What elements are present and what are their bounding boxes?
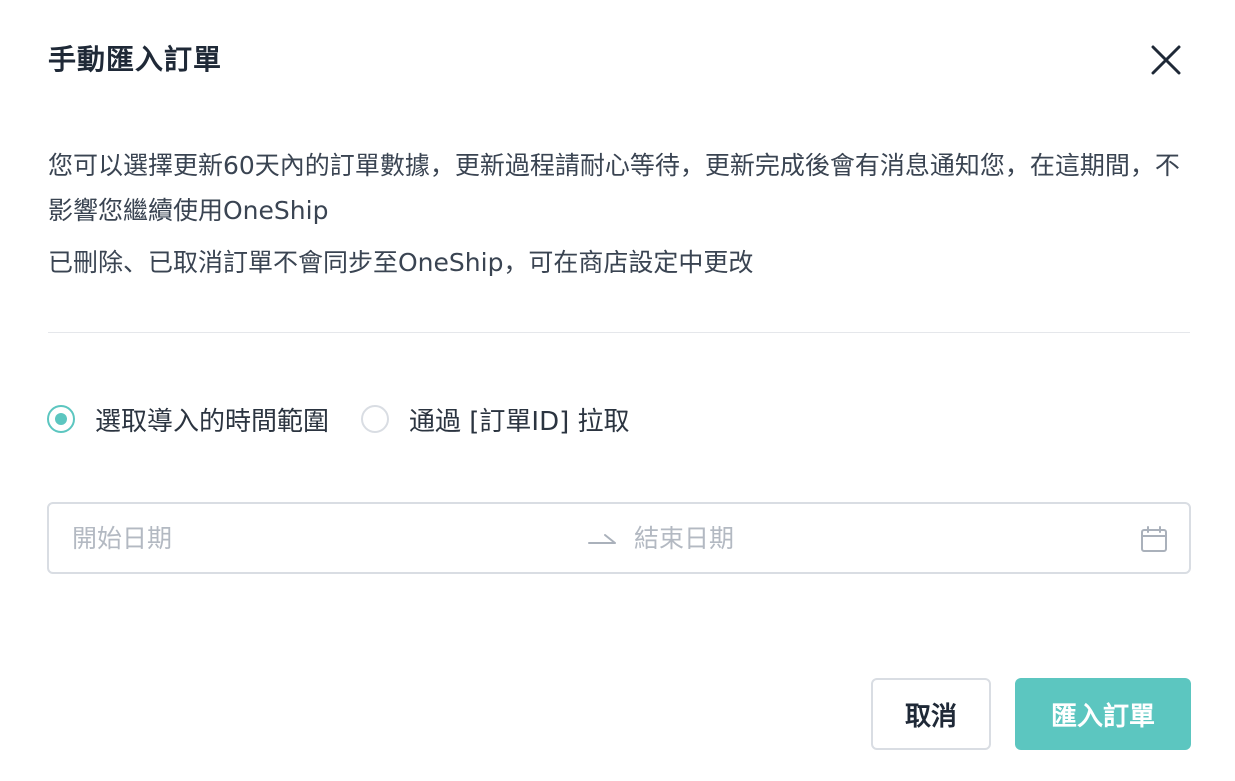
close-button[interactable] xyxy=(1144,38,1188,82)
dialog-description: 您可以選擇更新60天內的訂單數據，更新過程請耐心等待，更新完成後會有消息通知您，… xyxy=(48,143,1188,285)
dialog-title: 手動匯入訂單 xyxy=(48,43,223,76)
radio-order-id-label: 通過 [訂單ID] 拉取 xyxy=(409,406,630,437)
date-range-picker[interactable] xyxy=(47,502,1191,574)
end-date-input[interactable] xyxy=(634,508,1114,568)
import-mode-radio-group: 選取導入的時間範圍 通過 [訂單ID] 拉取 xyxy=(47,399,662,439)
calendar-icon[interactable] xyxy=(1139,524,1169,554)
description-line-1: 您可以選擇更新60天內的訂單數據，更新過程請耐心等待，更新完成後會有消息通知您，… xyxy=(48,151,1180,225)
radio-order-id-circle[interactable] xyxy=(361,405,390,433)
start-date-input[interactable] xyxy=(72,508,552,568)
radio-order-id[interactable]: 通過 [訂單ID] 拉取 xyxy=(361,401,630,438)
description-line-2: 已刪除、已取消訂單不會同步至OneShip，可在商店設定中更改 xyxy=(48,248,754,277)
cancel-button[interactable]: 取消 xyxy=(871,678,991,750)
radio-time-range-label: 選取導入的時間範圍 xyxy=(95,406,330,437)
arrow-right-icon xyxy=(588,534,616,544)
close-icon xyxy=(1151,45,1181,75)
radio-time-range-circle[interactable] xyxy=(47,405,75,433)
import-orders-dialog: 手動匯入訂單 您可以選擇更新60天內的訂單數據，更新過程請耐心等待，更新完成後會… xyxy=(0,0,1235,781)
divider xyxy=(48,332,1190,333)
import-orders-button[interactable]: 匯入訂單 xyxy=(1015,678,1191,750)
radio-time-range[interactable]: 選取導入的時間範圍 xyxy=(47,401,329,438)
